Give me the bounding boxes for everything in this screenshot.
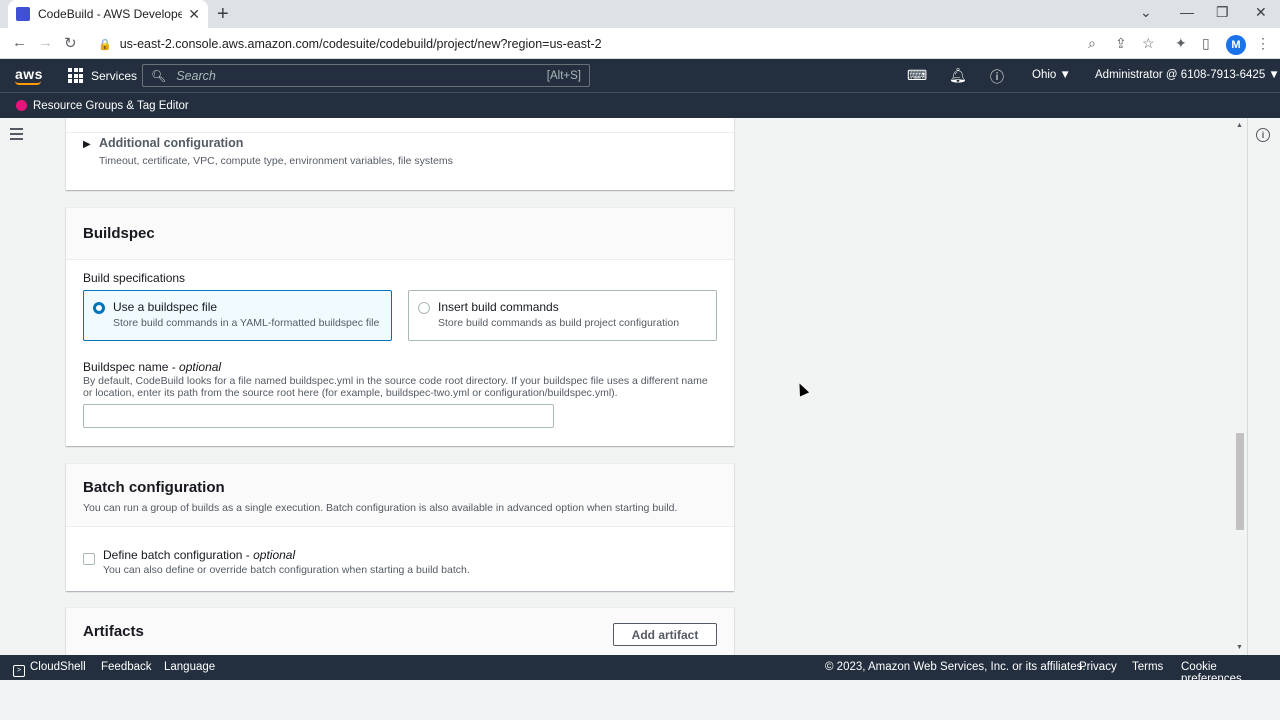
services-menu-button[interactable]: Services — [68, 68, 137, 83]
define-batch-label-text: Define batch configuration - — [103, 548, 254, 562]
insert-build-commands-desc: Store build commands as build project co… — [438, 317, 680, 329]
scrollbar-thumb[interactable] — [1236, 433, 1244, 530]
aws-top-nav: aws Services 🔍︎ Search [Alt+S] ⌨ 🔔︎ ⓘ Oh… — [0, 59, 1280, 92]
main-content: i ▲ ▼ ▶ Additional configuration Timeout… — [0, 118, 1280, 655]
use-buildspec-file-desc: Store build commands in a YAML-formatted… — [113, 317, 380, 329]
codebuild-favicon-icon — [16, 7, 30, 21]
batch-configuration-desc: You can run a group of builds as a singl… — [83, 502, 678, 514]
search-input[interactable]: 🔍︎ Search [Alt+S] — [142, 64, 590, 87]
aws-logo-text: aws — [15, 66, 43, 82]
feedback-link[interactable]: Feedback — [101, 661, 152, 673]
share-icon[interactable]: ⇪ — [1115, 35, 1127, 52]
privacy-link[interactable]: Privacy — [1079, 661, 1117, 673]
tab-search-chevron-icon[interactable]: ⌄ — [1140, 4, 1152, 21]
batch-configuration-title: Batch configuration — [83, 479, 225, 496]
cloudshell-link[interactable]: > CloudShell — [13, 661, 86, 677]
taskbar-area — [0, 680, 1280, 720]
additional-configuration-toggle[interactable]: Additional configuration — [99, 136, 243, 150]
resource-groups-icon — [16, 100, 27, 111]
additional-configuration-desc: Timeout, certificate, VPC, compute type,… — [99, 155, 453, 167]
bookmark-star-icon[interactable]: ☆ — [1142, 35, 1155, 52]
optional-tag: optional — [179, 360, 222, 374]
console-footer: > CloudShell Feedback Language © 2023, Am… — [0, 655, 1280, 685]
restore-icon[interactable]: ❐ — [1216, 4, 1229, 21]
profile-avatar[interactable]: M — [1226, 35, 1246, 55]
cloudshell-icon[interactable]: ⌨ — [907, 67, 927, 84]
minimize-icon[interactable]: — — [1180, 4, 1194, 20]
scroll-down-icon[interactable]: ▼ — [1236, 644, 1243, 651]
reload-icon[interactable]: ↻ — [64, 34, 77, 52]
define-batch-configuration-label[interactable]: Define batch configuration - optional — [103, 548, 295, 562]
batch-configuration-panel: Batch configuration You can run a group … — [66, 464, 734, 591]
buildspec-name-label-text: Buildspec name - — [83, 360, 180, 374]
side-nav-menu-icon[interactable] — [10, 128, 23, 143]
buildspec-name-desc: By default, CodeBuild looks for a file n… — [83, 375, 708, 399]
browser-tab-bar: CodeBuild - AWS Developer Tools ✕ + ⌄ — … — [0, 0, 1280, 28]
buildspec-title: Buildspec — [83, 225, 155, 242]
define-batch-configuration-desc: You can also define or override batch co… — [103, 564, 470, 576]
buildspec-name-input[interactable] — [83, 404, 554, 428]
cloudshell-footer-icon: > — [13, 665, 25, 677]
tools-divider — [1247, 118, 1248, 655]
buildspec-name-label: Buildspec name - optional — [83, 360, 221, 374]
region-selector[interactable]: Ohio ▼ — [1032, 69, 1071, 81]
terms-link[interactable]: Terms — [1132, 661, 1163, 673]
new-tab-icon[interactable]: + — [217, 3, 229, 25]
services-label: Services — [91, 68, 138, 83]
browser-tab[interactable]: CodeBuild - AWS Developer Tools ✕ — [8, 0, 208, 28]
tab-title: CodeBuild - AWS Developer Tools — [38, 7, 183, 21]
scroll-up-icon[interactable]: ▲ — [1236, 122, 1243, 129]
define-batch-configuration-checkbox[interactable] — [83, 553, 95, 565]
expand-caret-icon[interactable]: ▶ — [83, 139, 91, 150]
url-field[interactable]: 🔒 us-east-2.console.aws.amazon.com/codes… — [98, 32, 1108, 56]
favorites-bar: Resource Groups & Tag Editor — [0, 92, 1280, 118]
batch-configuration-header: Batch configuration You can run a group … — [66, 464, 734, 527]
insert-build-commands-title: Insert build commands — [438, 300, 559, 314]
divider — [66, 132, 734, 133]
scrollbar[interactable] — [1233, 118, 1245, 655]
tab-close-icon[interactable]: ✕ — [188, 6, 200, 23]
address-bar-row: ← → ↻ 🔒 us-east-2.console.aws.amazon.com… — [0, 28, 1280, 59]
environment-panel: ▶ Additional configuration Timeout, cert… — [66, 118, 734, 190]
use-buildspec-file-radio[interactable] — [93, 302, 105, 314]
add-artifact-button[interactable]: Add artifact — [613, 623, 717, 646]
favorite-resource-groups[interactable]: Resource Groups & Tag Editor — [33, 100, 189, 112]
search-icon: 🔍︎ — [151, 68, 167, 83]
optional-tag: optional — [253, 548, 296, 562]
extensions-icon[interactable]: ✦ — [1175, 35, 1187, 52]
url-text: us-east-2.console.aws.amazon.com/codesui… — [119, 37, 602, 51]
aws-smile-icon — [15, 81, 41, 85]
use-buildspec-file-option[interactable]: Use a buildspec file Store build command… — [83, 290, 392, 341]
lock-icon: 🔒 — [98, 38, 112, 51]
back-icon[interactable]: ← — [12, 34, 27, 51]
help-icon[interactable]: ⓘ — [990, 67, 1004, 87]
info-panel-icon[interactable]: i — [1256, 128, 1270, 142]
copyright-text: © 2023, Amazon Web Services, Inc. or its… — [825, 661, 1086, 673]
search-shortcut: [Alt+S] — [546, 69, 581, 82]
artifacts-panel: Artifacts Add artifact — [66, 608, 734, 655]
use-buildspec-file-title: Use a buildspec file — [113, 300, 218, 314]
buildspec-header: Buildspec — [66, 208, 734, 260]
search-placeholder: Search — [176, 68, 216, 83]
language-link[interactable]: Language — [164, 661, 215, 673]
insert-build-commands-option[interactable]: Insert build commands Store build comman… — [408, 290, 717, 341]
forward-icon[interactable]: → — [38, 34, 53, 51]
services-grid-icon — [68, 68, 83, 83]
build-specifications-label: Build specifications — [83, 271, 186, 285]
side-panel-icon[interactable]: ▯ — [1202, 35, 1210, 52]
mouse-cursor-icon — [794, 381, 810, 397]
zoom-search-icon[interactable]: ⌕ — [1088, 35, 1096, 52]
aws-logo[interactable]: aws — [15, 66, 43, 85]
account-menu[interactable]: Administrator @ 6108-7913-6425 ▼ — [1095, 69, 1280, 81]
window-close-icon[interactable]: ✕ — [1255, 4, 1267, 21]
cloudshell-label: CloudShell — [30, 661, 86, 673]
browser-menu-icon[interactable]: ⋮ — [1256, 35, 1270, 52]
buildspec-panel: Buildspec Build specifications Use a bui… — [66, 208, 734, 446]
insert-build-commands-radio[interactable] — [418, 302, 430, 314]
notifications-bell-icon[interactable]: 🔔︎ — [949, 67, 967, 84]
